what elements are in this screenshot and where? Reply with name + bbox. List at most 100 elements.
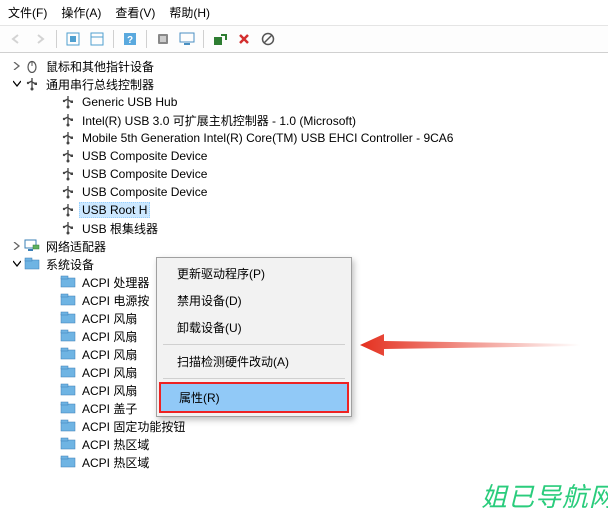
tree-node-usb-controllers[interactable]: 通用串行总线控制器 [6, 75, 608, 93]
usb-icon [60, 94, 76, 110]
usb-icon [24, 76, 40, 92]
tree-label[interactable]: USB Root H [79, 202, 150, 218]
tree-node-usb-device[interactable]: Generic USB Hub [6, 93, 608, 111]
tree-node-usb-device[interactable]: USB Composite Device [6, 147, 608, 165]
tree-label[interactable]: USB Composite Device [79, 166, 210, 182]
tree-node-system-device[interactable]: ACPI 固定功能按钮 [6, 417, 608, 435]
tree-node-usb-device[interactable]: USB Root H [6, 201, 608, 219]
tree-spacer [46, 221, 60, 235]
tree-label[interactable]: USB 根集线器 [79, 219, 161, 238]
network-icon [24, 238, 40, 254]
usb-icon [60, 220, 76, 236]
usb-icon [60, 148, 76, 164]
menu-disable-device[interactable]: 禁用设备(D) [159, 287, 349, 314]
system-device-icon [60, 292, 76, 308]
tree-node-system-device[interactable]: ACPI 热区域 [6, 453, 608, 471]
tree-node-usb-device[interactable]: Mobile 5th Generation Intel(R) Core(TM) … [6, 129, 608, 147]
tree-label[interactable]: Generic USB Hub [79, 94, 180, 110]
tree-spacer [46, 329, 60, 343]
menu-highlight-frame: 属性(R) [159, 382, 349, 413]
disable-button[interactable] [256, 28, 280, 50]
chevron-down-icon[interactable] [10, 257, 24, 271]
tree-spacer [46, 455, 60, 469]
system-device-icon [60, 274, 76, 290]
nav-back-button[interactable] [4, 28, 28, 50]
usb-icon [60, 112, 76, 128]
tree-label[interactable]: ACPI 电源按 [79, 291, 152, 310]
tree-label[interactable]: ACPI 风扇 [79, 345, 140, 364]
chevron-down-icon[interactable] [10, 77, 24, 91]
system-device-icon [60, 328, 76, 344]
menu-help[interactable]: 帮助(H) [169, 4, 210, 21]
scan-hardware-button[interactable] [208, 28, 232, 50]
tree-spacer [46, 113, 60, 127]
show-hidden-button[interactable] [61, 28, 85, 50]
tree-label[interactable]: 网络适配器 [43, 237, 109, 256]
tree-node-mouse[interactable]: 鼠标和其他指针设备 [6, 57, 608, 75]
tree-spacer [46, 95, 60, 109]
tree-spacer [46, 149, 60, 163]
toolbar-separator [113, 30, 114, 48]
tree-label[interactable]: ACPI 热区域 [79, 435, 152, 454]
tree-spacer [46, 167, 60, 181]
mouse-icon [24, 58, 40, 74]
tree-node-usb-device[interactable]: USB Composite Device [6, 165, 608, 183]
menu-action[interactable]: 操作(A) [61, 4, 101, 21]
tree-label[interactable]: USB Composite Device [79, 184, 210, 200]
watermark: 姐已导航网 [481, 477, 608, 514]
tree-label[interactable]: ACPI 热区域 [79, 453, 152, 472]
tree-spacer [46, 347, 60, 361]
tree-label[interactable]: ACPI 风扇 [79, 309, 140, 328]
tree-node-usb-device[interactable]: USB 根集线器 [6, 219, 608, 237]
tree-label[interactable]: ACPI 盖子 [79, 399, 140, 418]
tree-spacer [46, 401, 60, 415]
tree-spacer [46, 131, 60, 145]
tree-spacer [46, 419, 60, 433]
chevron-right-icon[interactable] [10, 59, 24, 73]
tree-node-usb-device[interactable]: USB Composite Device [6, 183, 608, 201]
monitor-button[interactable] [175, 28, 199, 50]
tree-spacer [46, 185, 60, 199]
menu-scan-hardware[interactable]: 扫描检测硬件改动(A) [159, 348, 349, 375]
tree-label[interactable]: 通用串行总线控制器 [43, 75, 157, 94]
tree-spacer [46, 383, 60, 397]
system-device-icon [60, 400, 76, 416]
tree-node-usb-device[interactable]: Intel(R) USB 3.0 可扩展主机控制器 - 1.0 (Microso… [6, 111, 608, 129]
system-device-icon [60, 436, 76, 452]
system-device-icon [60, 418, 76, 434]
menu-uninstall-device[interactable]: 卸载设备(U) [159, 314, 349, 341]
usb-icon [60, 202, 76, 218]
tree-label[interactable]: ACPI 风扇 [79, 327, 140, 346]
properties-button[interactable] [151, 28, 175, 50]
tree-label[interactable]: 鼠标和其他指针设备 [43, 57, 157, 76]
system-device-icon [60, 310, 76, 326]
usb-icon [60, 166, 76, 182]
usb-icon [60, 184, 76, 200]
menu-file[interactable]: 文件(F) [8, 4, 47, 21]
tree-label[interactable]: ACPI 风扇 [79, 363, 140, 382]
context-menu: 更新驱动程序(P) 禁用设备(D) 卸载设备(U) 扫描检测硬件改动(A) 属性… [156, 257, 352, 417]
toolbar: ? [0, 26, 608, 53]
help-button[interactable]: ? [118, 28, 142, 50]
tree-label[interactable]: Intel(R) USB 3.0 可扩展主机控制器 - 1.0 (Microso… [79, 111, 359, 130]
tree-label[interactable]: USB Composite Device [79, 148, 210, 164]
uninstall-button[interactable] [232, 28, 256, 50]
tree-label[interactable]: 系统设备 [43, 255, 97, 274]
system-device-icon [24, 256, 40, 272]
tree-label[interactable]: ACPI 风扇 [79, 381, 140, 400]
tree-spacer [46, 275, 60, 289]
tree-spacer [46, 203, 60, 217]
tree-node-system-device[interactable]: ACPI 热区域 [6, 435, 608, 453]
toolbar-button-2[interactable] [85, 28, 109, 50]
menu-update-driver[interactable]: 更新驱动程序(P) [159, 260, 349, 287]
tree-node-network[interactable]: 网络适配器 [6, 237, 608, 255]
system-device-icon [60, 364, 76, 380]
tree-label[interactable]: ACPI 固定功能按钮 [79, 417, 188, 436]
menu-properties[interactable]: 属性(R) [161, 384, 347, 411]
svg-text:?: ? [127, 35, 133, 46]
tree-label[interactable]: ACPI 处理器 [79, 273, 152, 292]
tree-label[interactable]: Mobile 5th Generation Intel(R) Core(TM) … [79, 130, 456, 146]
chevron-right-icon[interactable] [10, 239, 24, 253]
menu-view[interactable]: 查看(V) [115, 4, 155, 21]
nav-forward-button[interactable] [28, 28, 52, 50]
